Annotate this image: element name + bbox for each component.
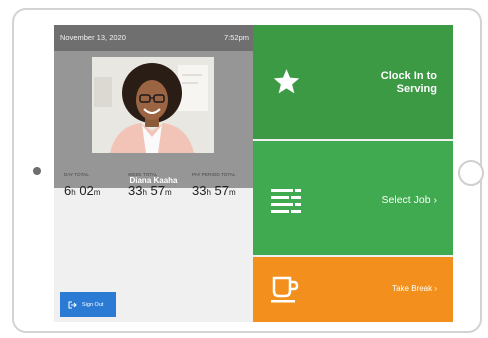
star-icon <box>273 69 300 94</box>
coffee-cup-icon <box>271 276 299 303</box>
sign-out-button[interactable]: Sign Out <box>60 292 116 317</box>
camera-icon <box>33 167 41 175</box>
current-time: 7:52pm <box>223 33 249 42</box>
pay-period-total: PAY PERIOD TOTAL 33h 57m <box>192 172 252 198</box>
select-job-tile[interactable]: Select Job › <box>253 141 453 255</box>
clock-in-label: Clock In to Serving <box>380 70 437 95</box>
employee-panel: November 13, 2020 7:52pm Diana Kaaha DAY… <box>54 25 253 322</box>
take-break-tile[interactable]: Take Break › <box>253 257 453 322</box>
week-total: WEEK TOTAL 33h 57m <box>128 172 188 198</box>
week-total-value: 33h 57m <box>128 183 172 198</box>
pay-period-total-value: 33h 57m <box>192 183 236 198</box>
status-bar: November 13, 2020 7:52pm <box>54 25 253 51</box>
sign-out-label: Sign Out <box>82 301 104 308</box>
current-date: November 13, 2020 <box>60 33 126 42</box>
time-clock-screen: November 13, 2020 7:52pm Diana Kaaha DAY… <box>54 25 453 322</box>
day-total-label: DAY TOTAL <box>64 172 89 177</box>
list-icon <box>271 189 301 213</box>
employee-profile: Diana Kaaha <box>54 51 253 188</box>
day-total-value: 6h 02m <box>64 183 101 198</box>
clock-in-tile[interactable]: Clock In to Serving <box>253 25 453 139</box>
pay-period-total-label: PAY PERIOD TOTAL <box>192 172 236 177</box>
sign-out-icon <box>68 301 77 308</box>
employee-photo <box>92 57 214 153</box>
home-button[interactable] <box>458 160 484 186</box>
select-job-label: Select Job › <box>381 194 437 206</box>
day-total: DAY TOTAL 6h 02m <box>64 172 124 198</box>
week-total-label: WEEK TOTAL <box>128 172 158 177</box>
take-break-label: Take Break › <box>392 284 437 293</box>
time-totals: DAY TOTAL 6h 02m WEEK TOTAL 33h 57m PAY … <box>54 172 253 232</box>
